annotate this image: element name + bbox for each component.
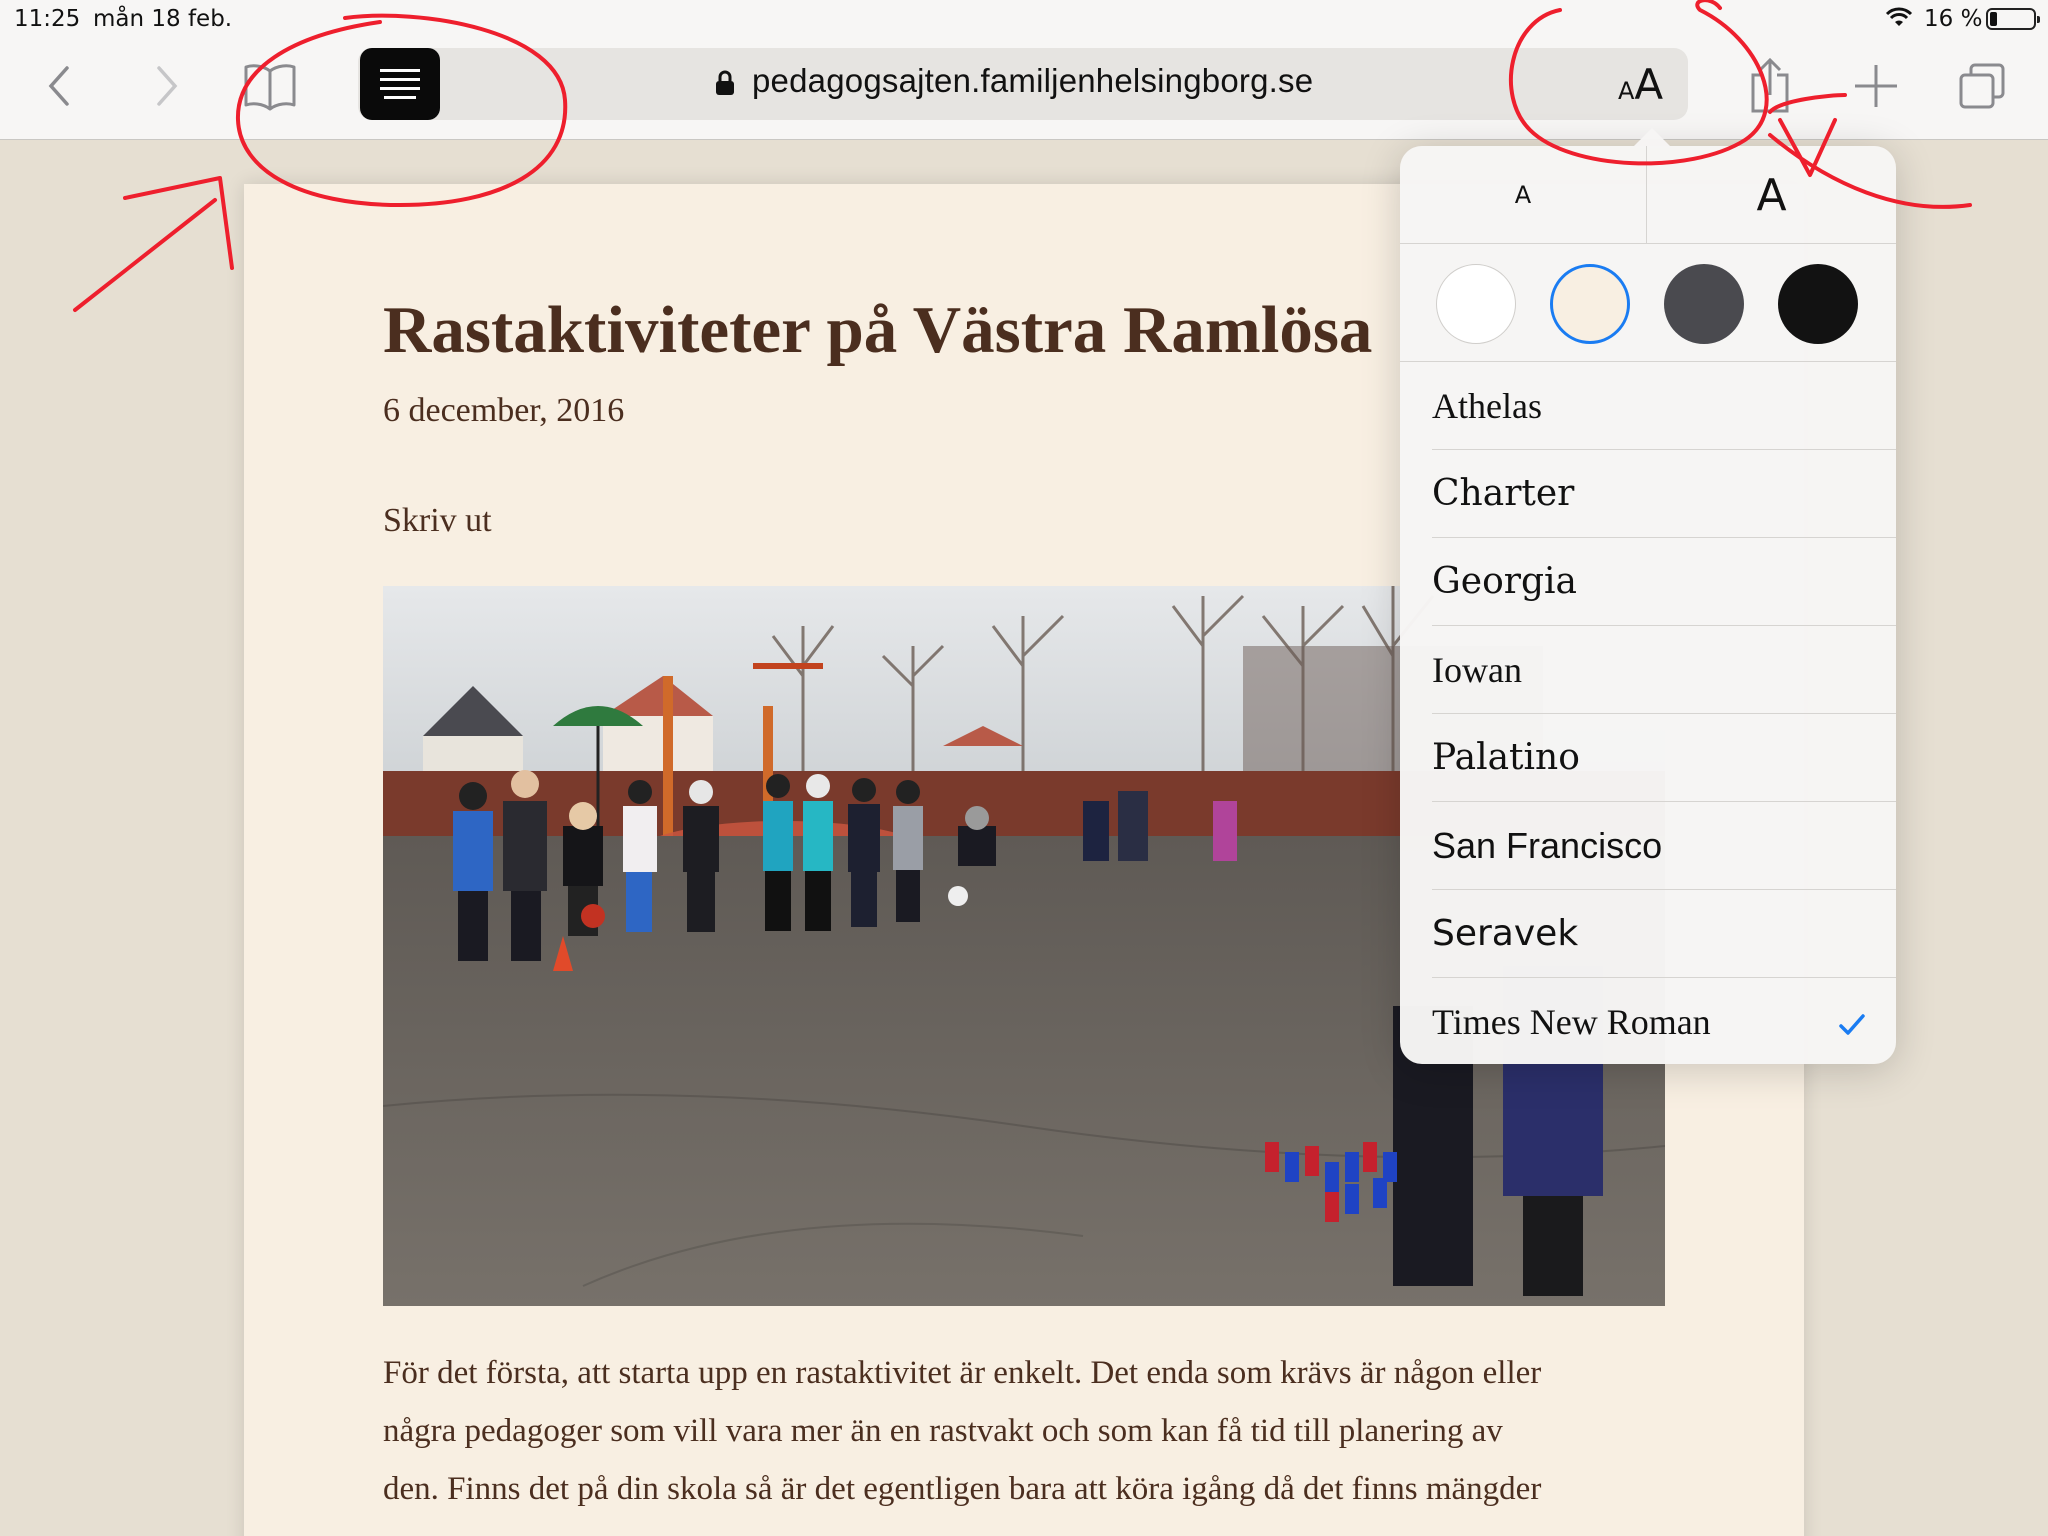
checkmark-icon [1838, 1006, 1866, 1035]
add-tab-icon[interactable] [1846, 56, 1906, 116]
increase-text-size-button[interactable]: A [1648, 146, 1895, 244]
font-option-palatino[interactable]: Palatino [1432, 714, 1896, 802]
font-option-georgia[interactable]: Georgia [1432, 538, 1896, 626]
reader-settings-popover: A A Athelas Charter Georgia Iowan Palati… [1400, 128, 1896, 1066]
article-body-line: För det första, att starta upp en rastak… [383, 1355, 1542, 1391]
font-option-label: Athelas [1432, 385, 1542, 426]
font-option-label: Charter [1432, 473, 1575, 514]
popover-arrow [1632, 128, 1672, 148]
share-icon[interactable] [1740, 56, 1800, 116]
decrease-text-size-button[interactable]: A [1400, 146, 1647, 244]
status-date: mån 18 feb. [93, 6, 233, 32]
theme-black-swatch[interactable] [1778, 264, 1858, 344]
font-option-label: Iowan [1432, 649, 1522, 690]
article-body-line: några pedagoger som vill vara mer än en … [383, 1413, 1503, 1449]
article-body-line: den. Finns det på din skola så är det eg… [383, 1471, 1542, 1507]
theme-white-swatch[interactable] [1436, 264, 1516, 344]
theme-gray-swatch[interactable] [1664, 264, 1744, 344]
font-option-label: San Francisco [1432, 824, 1663, 866]
font-option-iowan[interactable]: Iowan [1432, 626, 1896, 714]
font-option-label: Times New Roman [1432, 1002, 1711, 1042]
browser-toolbar: 11:25 mån 18 feb. 16 % pedagogsajten.fam… [0, 0, 2048, 140]
font-option-athelas[interactable]: Athelas [1432, 362, 1896, 450]
bookmarks-icon[interactable] [240, 56, 300, 116]
article-date: 6 december, 2016 [383, 392, 625, 429]
battery-percentage: 16 % [1924, 6, 1983, 32]
print-link[interactable]: Skriv ut [383, 502, 492, 540]
article-title: Rastaktiviteter på Västra Ramlösa [383, 293, 1373, 367]
article-body: För det första, att starta upp en rastak… [383, 1344, 1673, 1518]
theme-sepia-swatch[interactable] [1550, 264, 1630, 344]
font-option-label: Seravek [1432, 913, 1579, 954]
reader-view-icon[interactable] [360, 48, 440, 120]
font-option-charter[interactable]: Charter [1432, 450, 1896, 538]
text-size-small-glyph: A [1618, 77, 1635, 105]
tabs-icon[interactable] [1952, 56, 2012, 116]
theme-row [1400, 244, 1896, 362]
text-size-large-glyph: A [1634, 60, 1664, 109]
lock-icon [714, 70, 736, 96]
font-option-seravek[interactable]: Seravek [1432, 890, 1896, 978]
font-option-label: Palatino [1432, 737, 1580, 778]
text-size-row: A A [1400, 146, 1896, 244]
font-option-times-new-roman[interactable]: Times New Roman [1432, 978, 1896, 1066]
url-text[interactable]: pedagogsajten.familjenhelsingborg.se [752, 62, 1313, 100]
forward-icon[interactable] [136, 56, 196, 116]
battery-icon [1986, 8, 2040, 30]
status-bar: 11:25 mån 18 feb. 16 % [0, 0, 2048, 38]
font-option-san-francisco[interactable]: San Francisco [1432, 802, 1896, 890]
wifi-icon [1884, 6, 1914, 34]
back-icon[interactable] [30, 56, 90, 116]
arrow-annotation-left [73, 176, 234, 312]
status-time: 11:25 [14, 6, 81, 32]
text-settings-icon[interactable]: AA [1618, 60, 1663, 109]
font-option-label: Georgia [1432, 561, 1577, 602]
